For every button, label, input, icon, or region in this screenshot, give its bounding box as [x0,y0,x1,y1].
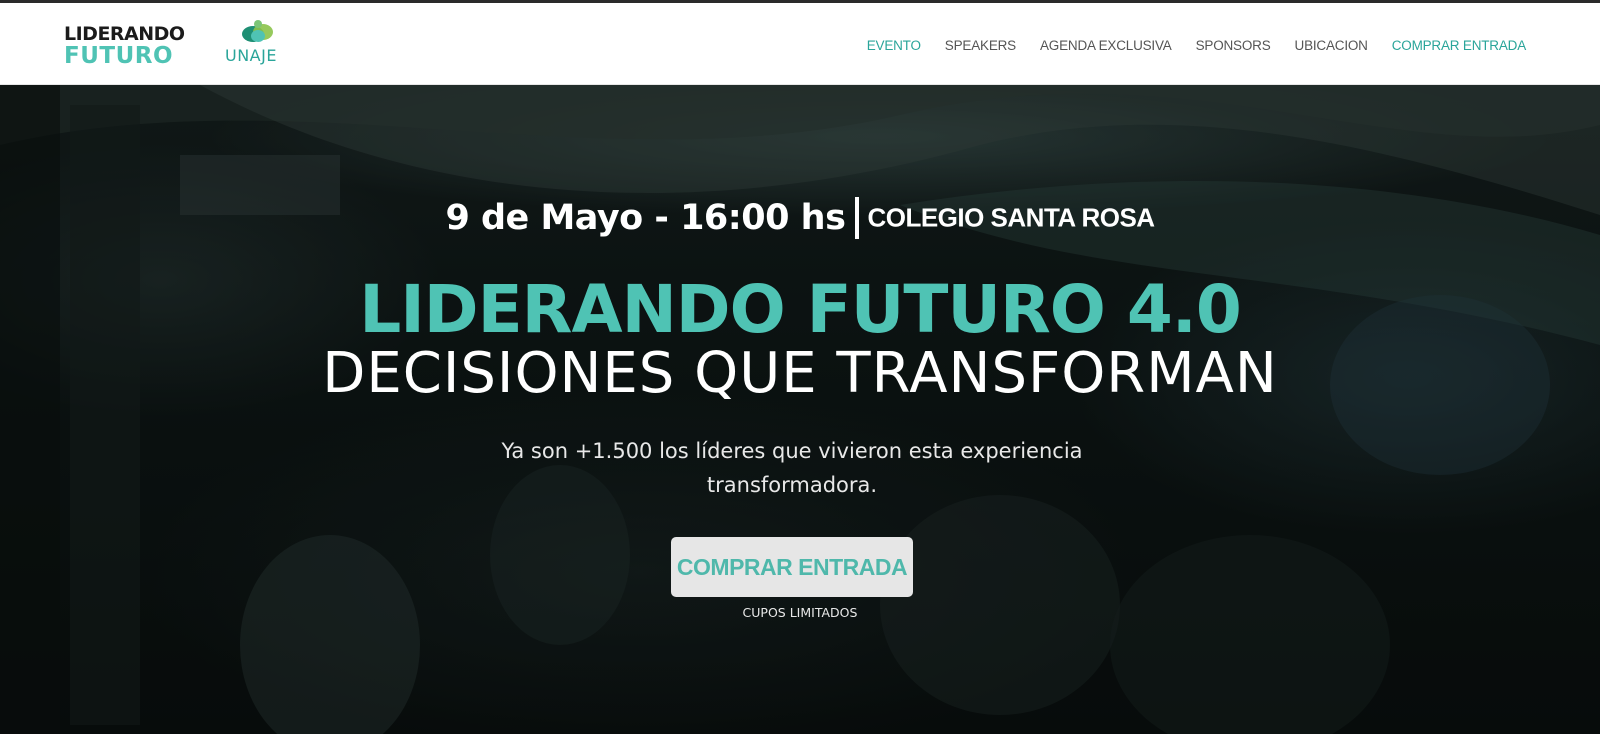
event-dateline: 9 de Mayo - 16:00 hs COLEGIO SANTA ROSA [0,197,1600,239]
nav-speakers[interactable]: SPEAKERS [945,38,1016,53]
event-date-time: 9 de Mayo - 16:00 hs [445,198,846,238]
liderando-futuro-logo[interactable]: LIDERANDO FUTURO [64,23,194,69]
buy-ticket-button[interactable]: COMPRAR ENTRADA [671,537,913,597]
nav-ubicacion[interactable]: UBICACION [1295,38,1368,53]
unaje-leaf-icon [242,20,273,42]
unaje-logo-text: UNAJE [225,46,277,65]
main-nav: EVENTO SPEAKERS AGENDA EXCLUSIVA SPONSOR… [867,38,1526,53]
dateline-divider [855,197,860,239]
hero-section: 9 de Mayo - 16:00 hs COLEGIO SANTA ROSA L… [0,85,1600,734]
event-venue: COLEGIO SANTA ROSA [867,202,1155,233]
logo-line-1: LIDERANDO [64,23,185,45]
site-header: LIDERANDO FUTURO UNAJE EVENTO SPEAKERS A… [0,3,1600,85]
nav-sponsors[interactable]: SPONSORS [1196,38,1271,53]
nav-evento[interactable]: EVENTO [867,38,921,53]
unaje-logo: UNAJE [224,19,290,71]
limited-seats-note: CUPOS LIMITADOS [742,605,858,620]
hero-subtitle: DECISIONES QUE TRANSFORMAN [322,341,1278,406]
nav-comprar-entrada[interactable]: COMPRAR ENTRADA [1392,38,1526,53]
nav-agenda-exclusiva[interactable]: AGENDA EXCLUSIVA [1040,38,1172,53]
hero-content: 9 de Mayo - 16:00 hs COLEGIO SANTA ROSA L… [0,85,1600,734]
hero-tagline: Ya son +1.500 los líderes que vivieron e… [501,439,1083,497]
logo-line-2: FUTURO [64,43,174,69]
hero-title: LIDERANDO FUTURO 4.0 [359,271,1242,348]
